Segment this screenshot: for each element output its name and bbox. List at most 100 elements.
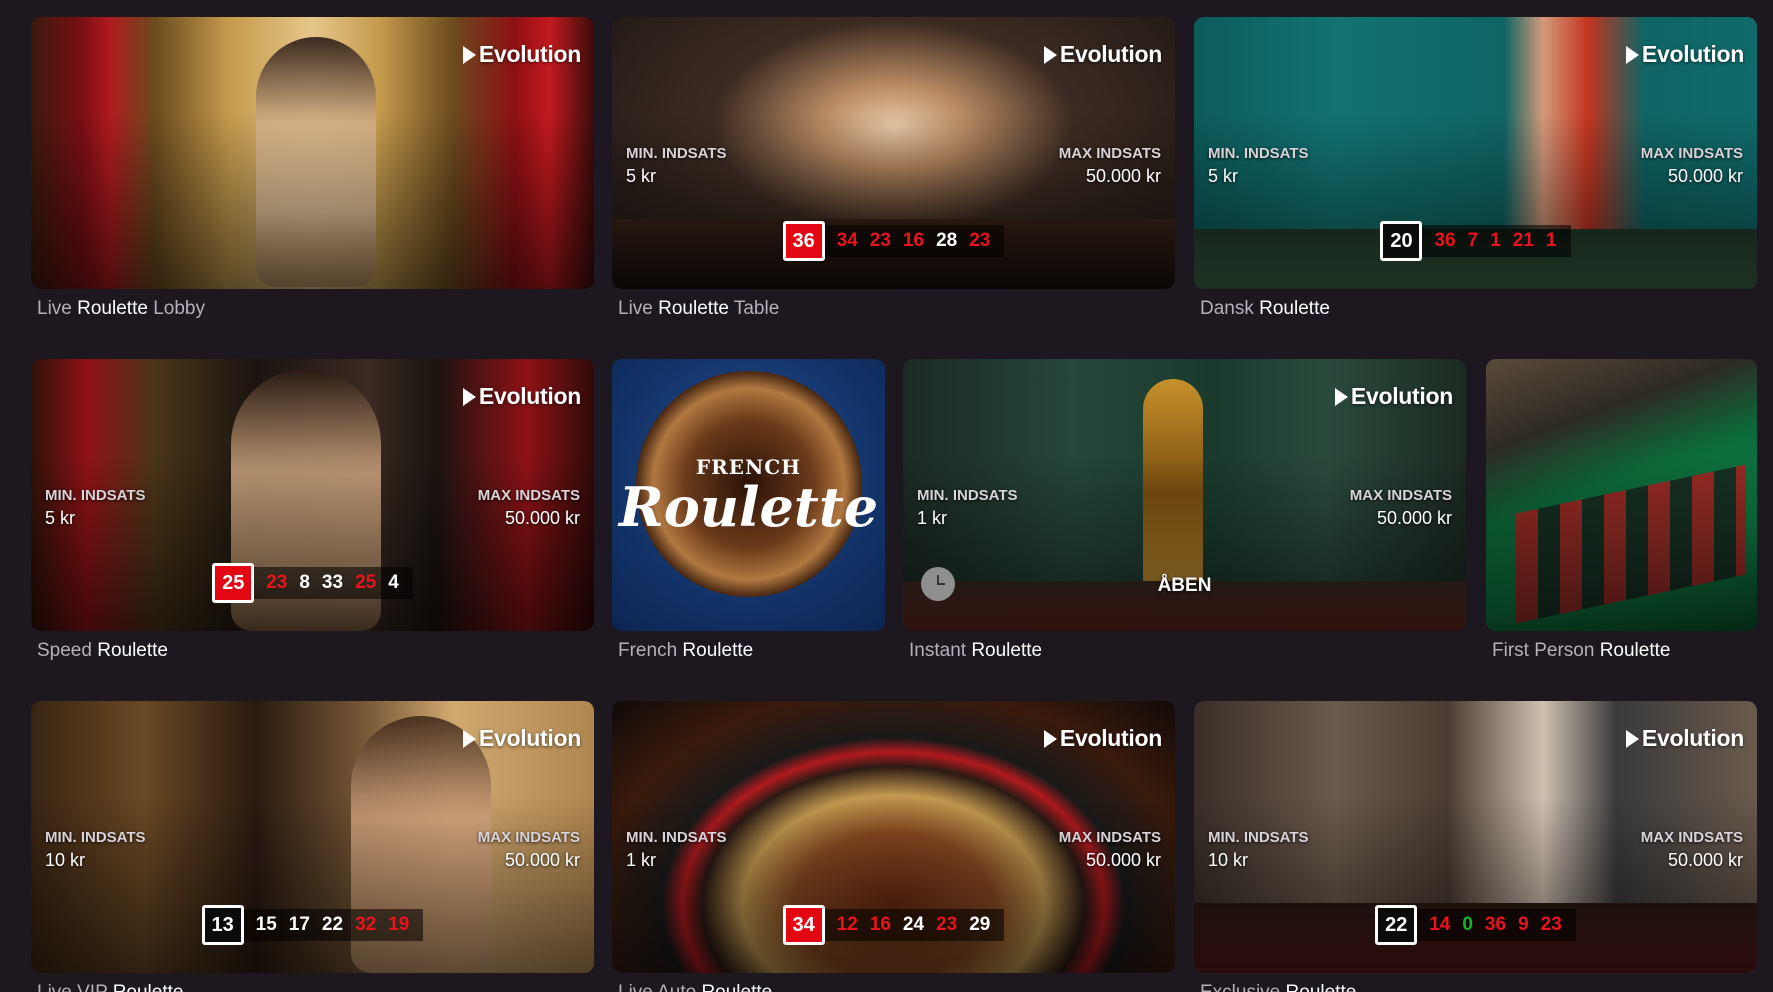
- previous-result: 33: [321, 572, 344, 593]
- game-title[interactable]: Live Roulette Lobby: [37, 298, 205, 320]
- game-thumbnail[interactable]: Evolution MIN. INDSATS 5 kr MAX INDSATS 50…: [31, 359, 594, 631]
- recent-results: 22 14 0 36 9 23: [1194, 905, 1757, 945]
- previous-result: 19: [388, 914, 410, 935]
- previous-result: 36: [1434, 230, 1456, 251]
- recent-results: 13 15 17 22 32 19: [31, 905, 594, 945]
- results-strip: 36 34 23 16 28 23: [782, 221, 1005, 261]
- game-title[interactable]: Live Roulette Table: [618, 298, 779, 320]
- previous-result: 36: [1484, 914, 1507, 935]
- game-title[interactable]: Instant Roulette: [909, 640, 1042, 662]
- latest-result: 25: [212, 563, 255, 603]
- previous-result: 7: [1467, 230, 1479, 251]
- previous-result: 25: [355, 572, 377, 593]
- provider-logo: Evolution: [1043, 41, 1162, 68]
- previous-result: 0: [1462, 914, 1473, 935]
- evolution-logo-icon: [462, 387, 476, 406]
- game-title[interactable]: Exclusive Roulette: [1200, 982, 1356, 992]
- provider-logo: Evolution: [462, 725, 581, 752]
- previous-result: 12: [836, 914, 858, 935]
- evolution-logo-icon: [1625, 45, 1639, 64]
- previous-result: 16: [869, 914, 891, 935]
- max-bet: MAX INDSATS 50.000 kr: [1640, 829, 1743, 870]
- results-strip: 13 15 17 22 32 19: [201, 905, 424, 945]
- game-thumbnail[interactable]: Evolution MIN. INDSATS 10 kr MAX INDSATS 5…: [31, 701, 594, 973]
- game-thumbnail[interactable]: [1486, 359, 1757, 631]
- game-thumbnail[interactable]: Evolution MIN. INDSATS 10 kr MAX INDSATS 5…: [1194, 701, 1757, 973]
- provider-logo: Evolution: [1043, 725, 1162, 752]
- latest-result: 34: [782, 905, 825, 945]
- previous-result: 32: [355, 914, 377, 935]
- provider-logo: Evolution: [462, 383, 581, 410]
- previous-result: 21: [1512, 230, 1534, 251]
- previous-result: 24: [902, 914, 925, 935]
- results-strip: 25 23 8 33 25 4: [212, 563, 413, 603]
- provider-logo: Evolution: [1334, 383, 1453, 410]
- min-bet: MIN. INDSATS 1 kr: [626, 829, 727, 870]
- max-bet: MAX INDSATS 50.000 kr: [477, 829, 580, 870]
- evolution-logo-icon: [462, 729, 476, 748]
- previous-result: 4: [388, 572, 399, 593]
- recent-results: 25 23 8 33 25 4: [31, 563, 594, 603]
- previous-result: 23: [969, 230, 991, 251]
- recent-results: 20 36 7 1 21 1: [1194, 221, 1757, 261]
- results-strip: 20 36 7 1 21 1: [1380, 221, 1571, 261]
- max-bet: MAX INDSATS 50.000 kr: [1058, 145, 1161, 186]
- game-title[interactable]: Dansk Roulette: [1200, 298, 1330, 320]
- latest-result: 22: [1375, 905, 1418, 945]
- previous-result: 8: [299, 572, 310, 593]
- previous-result: 23: [936, 914, 958, 935]
- previous-result: 17: [288, 914, 310, 935]
- recent-results: 34 12 16 24 23 29: [612, 905, 1175, 945]
- min-bet: MIN. INDSATS 1 kr: [917, 487, 1018, 528]
- game-thumbnail[interactable]: Evolution: [31, 17, 594, 289]
- game-thumbnail[interactable]: FRENCH Roulette: [612, 359, 885, 631]
- latest-result: 13: [201, 905, 244, 945]
- max-bet: MAX INDSATS 50.000 kr: [1349, 487, 1452, 528]
- previous-result: 1: [1490, 230, 1501, 251]
- previous-result: 23: [266, 572, 288, 593]
- provider-logo: Evolution: [1625, 41, 1744, 68]
- game-title[interactable]: First Person Roulette: [1492, 640, 1670, 662]
- previous-result: 9: [1518, 914, 1529, 935]
- provider-logo: Evolution: [1625, 725, 1744, 752]
- previous-result: 28: [936, 230, 958, 251]
- min-bet: MIN. INDSATS 5 kr: [45, 487, 146, 528]
- provider-logo: Evolution: [462, 41, 581, 68]
- max-bet: MAX INDSATS 50.000 kr: [1640, 145, 1743, 186]
- min-bet: MIN. INDSATS 5 kr: [626, 145, 727, 186]
- previous-result: 14: [1429, 914, 1451, 935]
- open-status: ÅBEN: [1157, 575, 1212, 596]
- game-title[interactable]: Live Auto Roulette: [618, 982, 772, 992]
- max-bet: MAX INDSATS 50.000 kr: [1058, 829, 1161, 870]
- min-bet: MIN. INDSATS 10 kr: [45, 829, 146, 870]
- results-strip: 34 12 16 24 23 29: [782, 905, 1005, 945]
- french-roulette-logo: FRENCH Roulette: [618, 455, 879, 539]
- game-thumbnail[interactable]: Evolution MIN. INDSATS 5 kr MAX INDSATS 50…: [612, 17, 1175, 289]
- evolution-logo-icon: [1625, 729, 1639, 748]
- previous-result: 23: [869, 230, 891, 251]
- evolution-logo-icon: [1043, 729, 1057, 748]
- max-bet: MAX INDSATS 50.000 kr: [477, 487, 580, 528]
- evolution-logo-icon: [1334, 387, 1348, 406]
- previous-result: 34: [836, 230, 858, 251]
- game-title[interactable]: Live VIP Roulette: [37, 982, 183, 992]
- game-thumbnail[interactable]: Evolution MIN. INDSATS 1 kr MAX INDSATS 50…: [612, 701, 1175, 973]
- game-title[interactable]: French Roulette: [618, 640, 753, 662]
- game-thumbnail[interactable]: Evolution MIN. INDSATS 5 kr MAX INDSATS 50…: [1194, 17, 1757, 289]
- recent-results: 36 34 23 16 28 23: [612, 221, 1175, 261]
- evolution-logo-icon: [462, 45, 476, 64]
- latest-result: 20: [1380, 221, 1423, 261]
- game-thumbnail[interactable]: Evolution MIN. INDSATS 1 kr MAX INDSATS 50…: [903, 359, 1466, 631]
- latest-result: 36: [782, 221, 825, 261]
- previous-result: 23: [1540, 914, 1562, 935]
- min-bet: MIN. INDSATS 10 kr: [1208, 829, 1309, 870]
- previous-result: 15: [255, 914, 277, 935]
- game-title[interactable]: Speed Roulette: [37, 640, 168, 662]
- previous-result: 29: [969, 914, 991, 935]
- results-strip: 22 14 0 36 9 23: [1375, 905, 1576, 945]
- previous-result: 22: [321, 914, 344, 935]
- evolution-logo-icon: [1043, 45, 1057, 64]
- previous-result: 1: [1545, 230, 1557, 251]
- previous-result: 16: [902, 230, 925, 251]
- min-bet: MIN. INDSATS 5 kr: [1208, 145, 1309, 186]
